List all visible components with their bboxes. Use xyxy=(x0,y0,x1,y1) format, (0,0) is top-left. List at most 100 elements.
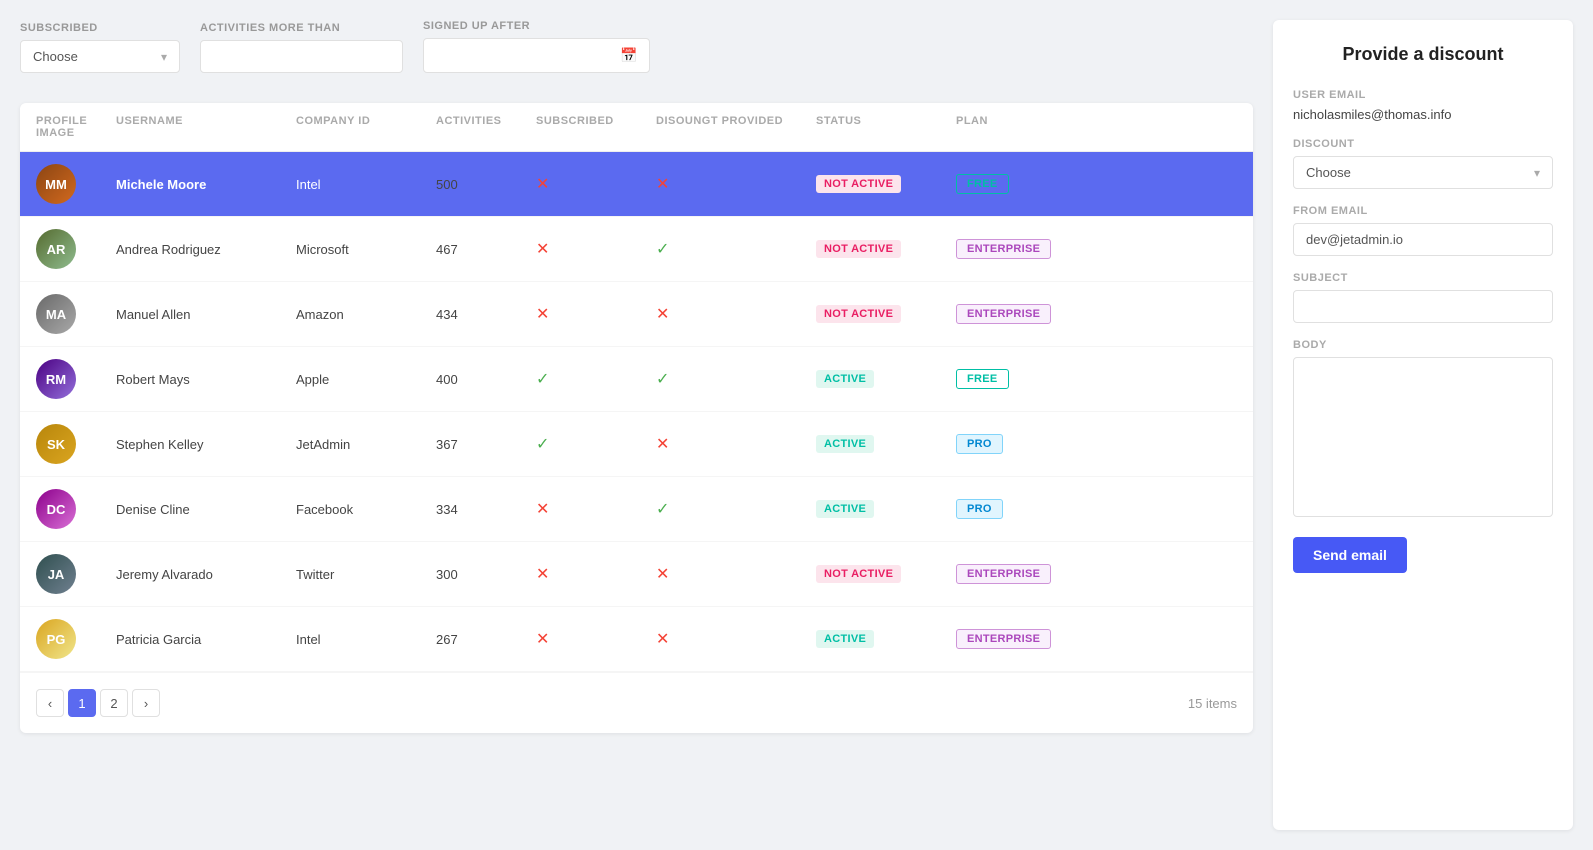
col-company-id: COMPANY ID xyxy=(296,115,436,139)
activities-cell: 467 xyxy=(436,242,536,257)
body-textarea[interactable] xyxy=(1293,357,1553,517)
discount-select-value: Choose xyxy=(1306,165,1351,180)
subscribed-cell: ✕ xyxy=(536,629,656,649)
discount-select[interactable]: Choose ▾ xyxy=(1293,156,1553,189)
subscribed-cell: ✕ xyxy=(536,304,656,324)
plan-cell: PRO xyxy=(956,434,1076,454)
signed-up-filter-group: SIGNED UP AFTER 📅 xyxy=(423,20,650,73)
subscribed-cell: ✕ xyxy=(536,499,656,519)
activities-cell: 300 xyxy=(436,567,536,582)
status-cell: ACTIVE xyxy=(816,370,956,388)
subscribed-cell: ✕ xyxy=(536,239,656,259)
avatar-initials: SK xyxy=(47,437,65,452)
avatar-initials: DC xyxy=(47,502,66,517)
discount-cell: ✓ xyxy=(656,369,816,389)
calendar-icon: 📅 xyxy=(620,47,637,64)
company-cell: Facebook xyxy=(296,502,436,517)
subscribed-filter-label: SUBSCRIBED xyxy=(20,22,180,34)
plan-badge: ENTERPRISE xyxy=(956,629,1051,649)
plan-badge: ENTERPRISE xyxy=(956,564,1051,584)
table-row[interactable]: SKStephen KelleyJetAdmin367✓✕ACTIVEPRO xyxy=(20,412,1253,477)
username-cell: Andrea Rodriguez xyxy=(116,242,296,257)
page-2-button[interactable]: 2 xyxy=(100,689,128,717)
col-plan: PLAN xyxy=(956,115,1076,139)
discount-chevron-icon: ▾ xyxy=(1534,166,1540,180)
discount-cell: ✕ xyxy=(656,304,816,324)
table-row[interactable]: JAJeremy AlvaradoTwitter300✕✕NOT ACTIVEE… xyxy=(20,542,1253,607)
next-page-button[interactable]: › xyxy=(132,689,160,717)
body-label: BODY xyxy=(1293,339,1553,351)
table-row[interactable]: ARAndrea RodriguezMicrosoft467✕✓NOT ACTI… xyxy=(20,217,1253,282)
discount-cell: ✕ xyxy=(656,629,816,649)
table-row[interactable]: PGPatricia GarciaIntel267✕✕ACTIVEENTERPR… xyxy=(20,607,1253,672)
status-badge: ACTIVE xyxy=(816,435,874,453)
signed-up-filter-label: SIGNED UP AFTER xyxy=(423,20,650,32)
status-badge: NOT ACTIVE xyxy=(816,175,901,193)
status-badge: NOT ACTIVE xyxy=(816,240,901,258)
user-email-value: nicholasmiles@thomas.info xyxy=(1293,107,1553,122)
body-field: BODY xyxy=(1293,339,1553,517)
table-row[interactable]: RMRobert MaysApple400✓✓ACTIVEFREE xyxy=(20,347,1253,412)
plan-badge: ENTERPRISE xyxy=(956,304,1051,324)
date-field[interactable] xyxy=(436,48,612,63)
plan-badge: FREE xyxy=(956,369,1009,389)
avatar-initials: JA xyxy=(48,567,65,582)
activities-cell: 334 xyxy=(436,502,536,517)
discount-cell: ✕ xyxy=(656,434,816,454)
items-count: 15 items xyxy=(1188,696,1237,711)
company-cell: Intel xyxy=(296,632,436,647)
prev-page-button[interactable]: ‹ xyxy=(36,689,64,717)
check-icon: ✓ xyxy=(656,501,669,518)
status-cell: ACTIVE xyxy=(816,500,956,518)
company-cell: Intel xyxy=(296,177,436,192)
discount-field: DISCOUNT Choose ▾ xyxy=(1293,138,1553,189)
send-email-button[interactable]: Send email xyxy=(1293,537,1407,573)
page-1-button[interactable]: 1 xyxy=(68,689,96,717)
activities-filter-group: ACTIVITIES MORE THAN xyxy=(200,22,403,73)
table-row[interactable]: MAManuel AllenAmazon434✕✕NOT ACTIVEENTER… xyxy=(20,282,1253,347)
activities-input[interactable] xyxy=(200,40,403,73)
cross-icon: ✕ xyxy=(536,241,549,258)
users-table: PROFILE IMAGE USERNAME COMPANY ID ACTIVI… xyxy=(20,103,1253,733)
check-icon: ✓ xyxy=(536,436,549,453)
activities-cell: 500 xyxy=(436,177,536,192)
username-cell: Patricia Garcia xyxy=(116,632,296,647)
company-cell: JetAdmin xyxy=(296,437,436,452)
avatar: JA xyxy=(36,554,76,594)
cross-icon: ✕ xyxy=(536,176,549,193)
pagination: ‹ 1 2 › 15 items xyxy=(20,672,1253,733)
username-cell: Denise Cline xyxy=(116,502,296,517)
col-profile-image: PROFILE IMAGE xyxy=(36,115,116,139)
plan-cell: ENTERPRISE xyxy=(956,304,1076,324)
check-icon: ✓ xyxy=(536,371,549,388)
table-row[interactable]: MMMichele MooreIntel500✕✕NOT ACTIVEFREE xyxy=(20,152,1253,217)
subscribed-select-value: Choose xyxy=(33,49,78,64)
discount-panel: Provide a discount USER EMAIL nicholasmi… xyxy=(1273,20,1573,830)
from-email-input[interactable] xyxy=(1293,223,1553,256)
subscribed-select[interactable]: Choose ▾ xyxy=(20,40,180,73)
avatar-initials: AR xyxy=(47,242,66,257)
table-body: MMMichele MooreIntel500✕✕NOT ACTIVEFREEA… xyxy=(20,152,1253,672)
discount-cell: ✕ xyxy=(656,174,816,194)
activities-cell: 434 xyxy=(436,307,536,322)
subject-input[interactable] xyxy=(1293,290,1553,323)
table-row[interactable]: DC Denise ClineFacebook334✕✓ ACTIVEPRO xyxy=(20,477,1253,542)
cross-icon: ✕ xyxy=(656,631,669,648)
status-badge: ACTIVE xyxy=(816,630,874,648)
user-email-label: USER EMAIL xyxy=(1293,89,1553,101)
username-cell: Jeremy Alvarado xyxy=(116,567,296,582)
status-badge: NOT ACTIVE xyxy=(816,305,901,323)
col-discount-provided: DISOUNGT PROVIDED xyxy=(656,115,816,139)
status-cell: NOT ACTIVE xyxy=(816,175,956,193)
signed-up-date-input[interactable]: 📅 xyxy=(423,38,650,73)
status-badge: NOT ACTIVE xyxy=(816,565,901,583)
plan-badge: PRO xyxy=(956,499,1003,519)
avatar-initials: MA xyxy=(46,307,66,322)
from-email-field: FROM EMAIL xyxy=(1293,205,1553,256)
check-icon: ✓ xyxy=(656,371,669,388)
avatar: PG xyxy=(36,619,76,659)
avatar-initials: RM xyxy=(46,372,66,387)
plan-cell: ENTERPRISE xyxy=(956,564,1076,584)
company-cell: Microsoft xyxy=(296,242,436,257)
filter-bar: SUBSCRIBED Choose ▾ ACTIVITIES MORE THAN… xyxy=(20,20,1253,73)
